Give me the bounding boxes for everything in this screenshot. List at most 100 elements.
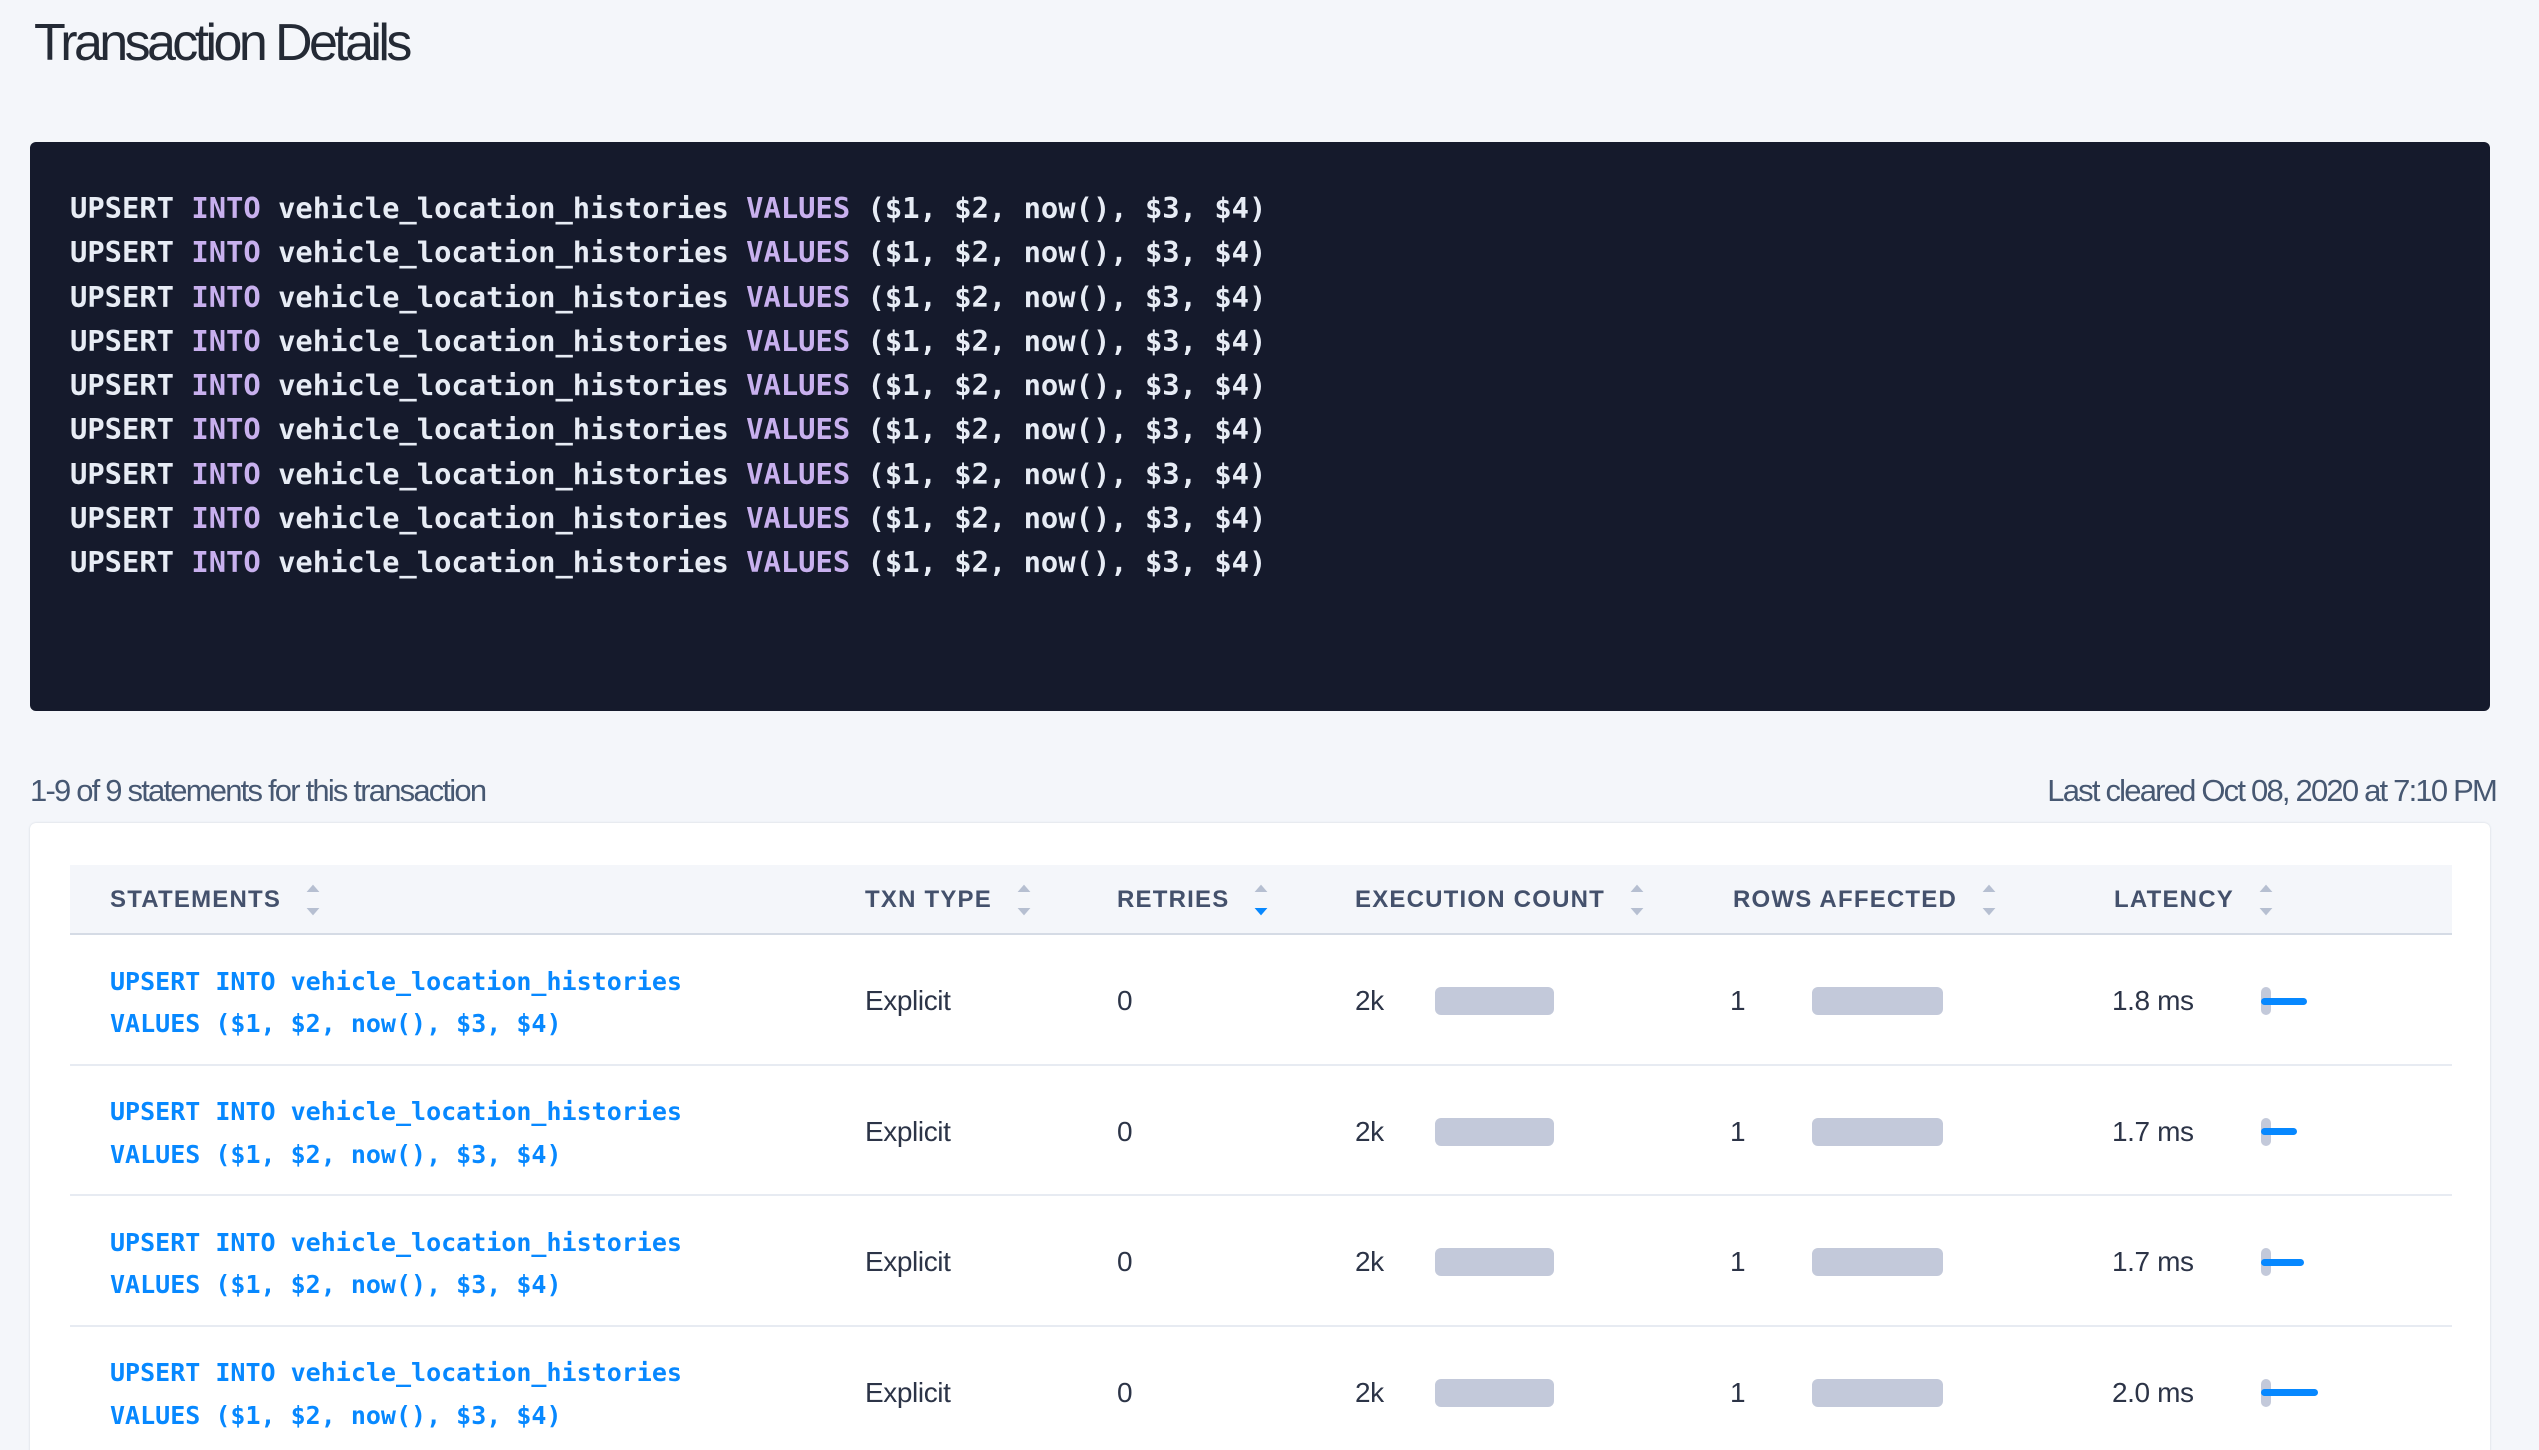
txn-type-cell: Explicit bbox=[865, 937, 951, 1066]
sql-keyword: VALUES bbox=[746, 280, 867, 314]
execution-count-cell: 2k bbox=[1355, 1068, 1384, 1197]
sort-up-icon bbox=[2259, 884, 2273, 892]
sql-keyword: VALUES bbox=[746, 324, 867, 358]
sort-down-icon bbox=[1630, 908, 1644, 916]
column-header-latency[interactable]: LATENCY bbox=[2114, 865, 2273, 935]
latency-cell: 1.7 ms bbox=[2112, 1068, 2194, 1197]
sql-line: UPSERT INTO vehicle_location_histories V… bbox=[70, 186, 2450, 230]
sort-toggle[interactable] bbox=[1017, 884, 1031, 916]
sql-keyword: VALUES bbox=[746, 545, 867, 579]
sort-down-icon bbox=[1017, 908, 1031, 916]
sql-line: UPSERT INTO vehicle_location_histories V… bbox=[70, 230, 2450, 274]
txn-type-cell: Explicit bbox=[865, 1068, 951, 1197]
statement-row: UPSERT INTO vehicle_location_historiesVA… bbox=[70, 1196, 2452, 1327]
statement-cell: UPSERT INTO vehicle_location_historiesVA… bbox=[110, 937, 682, 1066]
statement-link[interactable]: UPSERT INTO vehicle_location_historiesVA… bbox=[110, 1352, 682, 1437]
sort-toggle[interactable] bbox=[2259, 884, 2273, 916]
sql-text: now(), bbox=[1024, 412, 1145, 446]
sql-keyword: VALUES bbox=[746, 235, 867, 269]
latency-bar bbox=[2261, 1128, 2297, 1135]
sql-text: UPSERT bbox=[70, 324, 191, 358]
sort-up-icon bbox=[1017, 884, 1031, 892]
statements-table-card: STATEMENTS TXN TYPE RETRIES EXECUTION COUNT… bbox=[30, 823, 2490, 1450]
table-header-row: STATEMENTS TXN TYPE RETRIES EXECUTION COUNT… bbox=[70, 865, 2452, 935]
statement-link[interactable]: UPSERT INTO vehicle_location_historiesVA… bbox=[110, 1222, 682, 1307]
sort-up-icon bbox=[306, 884, 320, 892]
sql-text: vehicle_location_histories bbox=[278, 280, 746, 314]
column-header-statements[interactable]: STATEMENTS bbox=[110, 865, 320, 935]
rows-affected-bar bbox=[1812, 1248, 1943, 1276]
sort-toggle[interactable] bbox=[1982, 884, 1996, 916]
sql-line: UPSERT INTO vehicle_location_histories V… bbox=[70, 452, 2450, 496]
sql-text: now(), bbox=[1024, 368, 1145, 402]
column-header-label: RETRIES bbox=[1117, 886, 1229, 914]
execution-count-cell: 2k bbox=[1355, 1329, 1384, 1450]
sql-text: ($1, bbox=[868, 235, 955, 269]
sql-text: $2, bbox=[954, 280, 1023, 314]
sql-text: ($1, bbox=[868, 368, 955, 402]
sql-text: UPSERT bbox=[70, 191, 191, 225]
sql-text: ($1, bbox=[868, 457, 955, 491]
execution-count-cell: 2k bbox=[1355, 937, 1384, 1066]
sql-text: ($1, bbox=[868, 545, 955, 579]
latency-chart bbox=[2261, 1379, 2381, 1407]
statement-cell: UPSERT INTO vehicle_location_historiesVA… bbox=[110, 1068, 682, 1197]
sql-text: $4) bbox=[1214, 280, 1266, 314]
sql-line: UPSERT INTO vehicle_location_histories V… bbox=[70, 496, 2450, 540]
statement-link[interactable]: UPSERT INTO vehicle_location_historiesVA… bbox=[110, 961, 682, 1046]
sort-toggle[interactable] bbox=[1630, 884, 1644, 916]
sql-text: UPSERT bbox=[70, 501, 191, 535]
sql-text: $4) bbox=[1214, 324, 1266, 358]
sql-text: UPSERT bbox=[70, 280, 191, 314]
sql-text: $3, bbox=[1145, 324, 1214, 358]
sql-text: $2, bbox=[954, 235, 1023, 269]
sql-line: UPSERT INTO vehicle_location_histories V… bbox=[70, 363, 2450, 407]
sql-keyword: INTO bbox=[191, 368, 278, 402]
sql-text: vehicle_location_histories bbox=[278, 412, 746, 446]
statement-link[interactable]: UPSERT INTO vehicle_location_historiesVA… bbox=[110, 1091, 682, 1176]
sql-text: $3, bbox=[1145, 501, 1214, 535]
column-header-rows-affected[interactable]: ROWS AFFECTED bbox=[1733, 865, 1996, 935]
sql-text: $2, bbox=[954, 412, 1023, 446]
statements-table: STATEMENTS TXN TYPE RETRIES EXECUTION COUNT… bbox=[70, 865, 2452, 1450]
sql-text: $4) bbox=[1214, 412, 1266, 446]
execution-count-bar bbox=[1435, 1118, 1554, 1146]
sql-text: now(), bbox=[1024, 457, 1145, 491]
sql-text: vehicle_location_histories bbox=[278, 368, 746, 402]
column-header-retries[interactable]: RETRIES bbox=[1117, 865, 1268, 935]
column-header-txn-type[interactable]: TXN TYPE bbox=[865, 865, 1031, 935]
column-header-label: LATENCY bbox=[2114, 886, 2234, 914]
sql-line: UPSERT INTO vehicle_location_histories V… bbox=[70, 540, 2450, 584]
column-header-execution-count[interactable]: EXECUTION COUNT bbox=[1355, 865, 1644, 935]
sql-text: $4) bbox=[1214, 501, 1266, 535]
sql-keyword: INTO bbox=[191, 545, 278, 579]
retries-cell: 0 bbox=[1117, 937, 1132, 1066]
rows-affected-cell: 1 bbox=[1730, 1198, 1745, 1327]
latency-chart bbox=[2261, 1248, 2381, 1276]
rows-affected-bar bbox=[1812, 1118, 1943, 1146]
latency-bar bbox=[2261, 1389, 2318, 1396]
sql-text: $2, bbox=[954, 545, 1023, 579]
rows-affected-bar bbox=[1812, 987, 1943, 1015]
latency-bar bbox=[2261, 1259, 2304, 1266]
execution-count-cell: 2k bbox=[1355, 1198, 1384, 1327]
statement-row: UPSERT INTO vehicle_location_historiesVA… bbox=[70, 935, 2452, 1066]
sql-text: ($1, bbox=[868, 501, 955, 535]
sql-text: $3, bbox=[1145, 457, 1214, 491]
sql-text: $4) bbox=[1214, 457, 1266, 491]
statement-line-1: UPSERT INTO vehicle_location_histories bbox=[110, 961, 682, 1003]
statement-line-2: VALUES ($1, $2, now(), $3, $4) bbox=[110, 1003, 682, 1045]
latency-cell: 1.7 ms bbox=[2112, 1198, 2194, 1327]
sql-text: now(), bbox=[1024, 324, 1145, 358]
statement-line-1: UPSERT INTO vehicle_location_histories bbox=[110, 1091, 682, 1133]
execution-count-bar bbox=[1435, 987, 1554, 1015]
sql-keyword: INTO bbox=[191, 191, 278, 225]
sort-up-icon bbox=[1982, 884, 1996, 892]
statement-line-2: VALUES ($1, $2, now(), $3, $4) bbox=[110, 1395, 682, 1437]
sort-toggle[interactable] bbox=[1254, 884, 1268, 916]
sort-toggle[interactable] bbox=[306, 884, 320, 916]
retries-cell: 0 bbox=[1117, 1068, 1132, 1197]
sql-text: vehicle_location_histories bbox=[278, 545, 746, 579]
sql-text: ($1, bbox=[868, 412, 955, 446]
sql-text: now(), bbox=[1024, 235, 1145, 269]
